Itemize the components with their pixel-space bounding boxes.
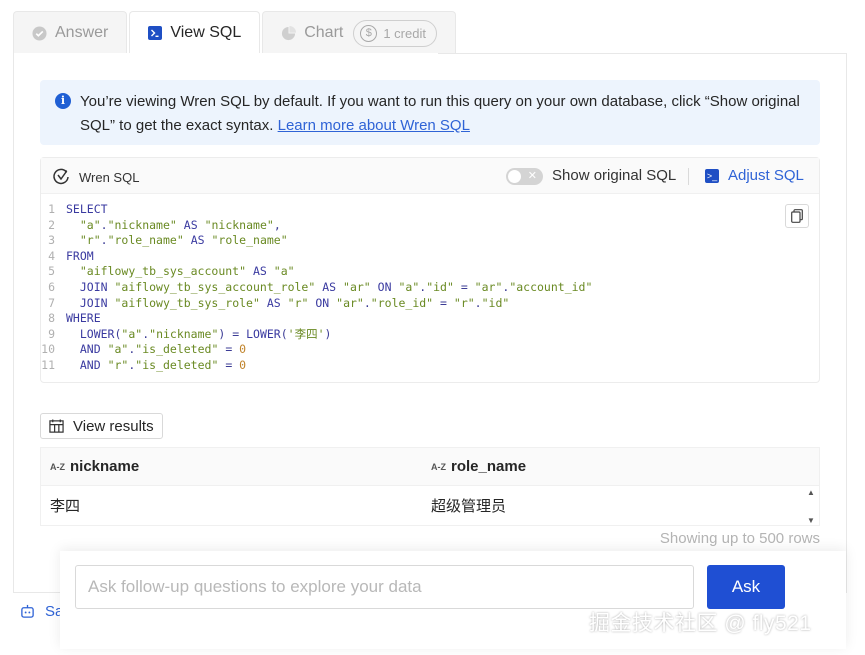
toggle-knob (508, 170, 521, 183)
credit-label: 1 credit (383, 25, 426, 41)
ask-button[interactable]: Ask (707, 565, 785, 609)
line-number: 8 (48, 311, 55, 326)
results-table: A-Z nickname A-Z role_name 李四 超级管理员 ▲ ▼ (40, 447, 820, 526)
line-number: 1 (48, 202, 55, 216)
sql-code: 1 SELECT 2 "a"."nickname" AS "nickname", 3 … (41, 202, 592, 374)
line-number: 3 (48, 233, 55, 248)
sql-panel-header: Wren SQL ✕ Show original SQL >_ Adjust S… (41, 158, 819, 194)
code-line: 6 JOIN "aiflowy_tb_sys_account_role" AS … (41, 280, 592, 296)
info-alert: i You’re viewing Wren SQL by default. If… (40, 80, 820, 145)
save-button[interactable]: Sa (20, 603, 63, 620)
copy-button[interactable] (785, 204, 809, 228)
follow-up-placeholder: Ask follow-up questions to explore your … (88, 577, 422, 596)
check-circle-icon (32, 25, 47, 41)
column-header-label: nickname (70, 458, 140, 475)
adjust-sql-button[interactable]: >_ Adjust SQL (705, 167, 804, 184)
column-header-nickname[interactable]: A-Z nickname (41, 448, 422, 485)
code-text: JOIN "aiflowy_tb_sys_role" AS "r" ON "ar… (79, 295, 510, 310)
code-text: AND "a"."is_deleted" = 0 (79, 342, 247, 357)
code-text: JOIN "aiflowy_tb_sys_account_role" AS "a… (79, 279, 593, 294)
row-limit-note: Showing up to 500 rows (659, 530, 820, 547)
code-line: 11 AND "r"."is_deleted" = 0 (41, 358, 592, 374)
show-original-sql-label: Show original SQL (552, 167, 677, 184)
code-text: FROM (66, 248, 94, 263)
credit-badge: $ 1 credit (353, 19, 437, 47)
column-header-label: role_name (451, 458, 527, 475)
code-line: 8 WHERE (41, 311, 592, 327)
terminal-icon (148, 26, 163, 40)
line-number: 10 (41, 342, 55, 357)
view-results-label: View results (73, 417, 154, 435)
tab-chart-label: Chart (304, 24, 344, 41)
code-line: 9 LOWER("a"."nickname") = LOWER('李四') (41, 327, 592, 343)
code-text: "r"."role_name" AS "role_name" (79, 233, 288, 248)
adjust-sql-label: Adjust SQL (728, 167, 804, 184)
learn-more-link[interactable]: Learn more about Wren SQL (278, 117, 470, 134)
watermark: 掘金技术社区 @ fly521 (589, 612, 812, 635)
code-text: LOWER("a"."nickname") = LOWER('李四') (79, 326, 332, 341)
table-cell: 李四 (50, 498, 81, 515)
table-header: A-Z nickname A-Z role_name (41, 448, 819, 486)
scroll-down-icon[interactable]: ▼ (807, 516, 815, 525)
code-text: SELECT (66, 202, 108, 216)
line-number: 2 (48, 217, 55, 232)
scrollbar[interactable]: ▲ ▼ (804, 488, 818, 525)
line-number: 4 (48, 248, 55, 263)
tab-answer[interactable]: Answer (13, 11, 128, 54)
code-line: 3 "r"."role_name" AS "role_name" (41, 233, 592, 249)
code-text: "a"."nickname" AS "nickname", (79, 217, 281, 232)
table-cell: 超级管理员 (431, 498, 507, 515)
close-icon: ✕ (527, 170, 537, 182)
code-text: AND "r"."is_deleted" = 0 (79, 357, 247, 372)
line-number: 7 (48, 295, 55, 310)
table-row: 李四 超级管理员 (41, 486, 819, 525)
follow-up-question-input[interactable]: Ask follow-up questions to explore your … (75, 565, 694, 609)
tab-view-sql[interactable]: View SQL (129, 11, 261, 54)
wren-logo-icon (53, 168, 69, 185)
dollar-icon: $ (360, 24, 378, 42)
line-number: 6 (48, 279, 55, 294)
tab-answer-label: Answer (55, 24, 109, 41)
line-number: 5 (48, 264, 55, 279)
robot-icon (21, 604, 34, 618)
code-text: "aiflowy_tb_sys_account" AS "a" (79, 264, 295, 279)
code-line: 5 "aiflowy_tb_sys_account" AS "a" (41, 264, 592, 280)
line-number: 9 (48, 326, 55, 341)
sql-panel: Wren SQL ✕ Show original SQL >_ Adjust S… (40, 157, 820, 383)
table-icon (49, 418, 64, 433)
sql-panel-title: Wren SQL (51, 167, 139, 187)
sql-panel-title-label: Wren SQL (79, 169, 140, 185)
pie-chart-icon (281, 25, 297, 41)
info-icon: i (55, 93, 71, 109)
code-line: 10 AND "a"."is_deleted" = 0 (41, 342, 592, 358)
terminal-icon: >_ (705, 168, 719, 183)
code-line: 4 FROM (41, 249, 592, 265)
header-divider (688, 168, 689, 185)
tab-chart[interactable]: Chart $ 1 credit (262, 11, 456, 54)
code-line: 2 "a"."nickname" AS "nickname", (41, 218, 592, 234)
show-original-sql-toggle[interactable]: ✕ (506, 168, 543, 185)
code-line: 1 SELECT (41, 202, 592, 218)
code-line: 7 JOIN "aiflowy_tb_sys_role" AS "r" ON "… (41, 296, 592, 312)
code-text: WHERE (66, 311, 101, 326)
view-results-button[interactable]: View results (40, 413, 163, 439)
copy-icon (791, 209, 803, 223)
panel-divider (438, 53, 847, 54)
tab-bar: Answer View SQL Chart $ 1 credit (13, 11, 458, 54)
text-type-icon: A-Z (50, 461, 65, 472)
scroll-up-icon[interactable]: ▲ (807, 488, 815, 497)
text-type-icon: A-Z (431, 461, 446, 472)
line-number: 11 (41, 357, 55, 372)
tab-view-sql-label: View SQL (170, 24, 242, 41)
column-header-role-name[interactable]: A-Z role_name (422, 448, 526, 485)
